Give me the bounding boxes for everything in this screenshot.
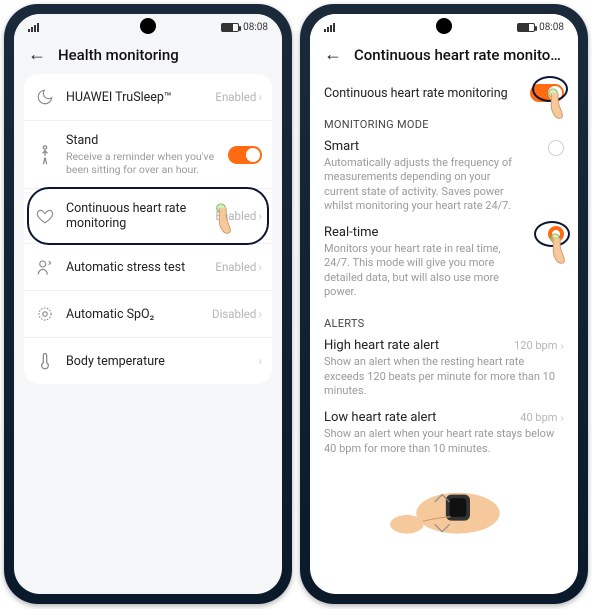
option-title: Smart	[324, 139, 524, 154]
stand-toggle[interactable]	[228, 146, 262, 164]
option-realtime[interactable]: Real-time Monitors your heart rate in re…	[324, 225, 564, 311]
header: ← Health monitoring	[14, 40, 282, 74]
back-button[interactable]: ←	[28, 46, 46, 64]
heart-icon	[34, 205, 56, 227]
alert-value: 120 bpm›	[514, 339, 564, 353]
alert-value: 40 bpm›	[520, 411, 564, 425]
row-status: Enabled›	[215, 260, 262, 274]
row-body-temp[interactable]: Body temperature ›	[24, 338, 272, 384]
alert-desc: Show an alert when the resting heart rat…	[324, 355, 564, 398]
chevron-right-icon: ›	[560, 339, 564, 353]
section-monitoring-mode: MONITORING MODE	[324, 118, 564, 131]
row-status: ›	[258, 354, 262, 368]
row-continuous-hr[interactable]: Continuous heart rate monitoring Enabled…	[24, 189, 272, 244]
chevron-right-icon: ›	[258, 354, 262, 368]
row-stand[interactable]: Stand Receive a reminder when you've bee…	[24, 121, 272, 189]
radio-smart[interactable]	[548, 140, 564, 156]
moon-icon	[34, 86, 56, 108]
chevron-right-icon: ›	[560, 411, 564, 425]
notch	[140, 18, 156, 34]
row-label: Automatic SpO₂	[66, 307, 202, 322]
chevron-right-icon: ›	[258, 307, 262, 321]
page-title: Continuous heart rate monitoring	[354, 46, 564, 64]
radio-realtime[interactable]	[548, 226, 564, 242]
row-label: Stand	[66, 133, 218, 148]
chevron-right-icon: ›	[258, 260, 262, 274]
master-toggle-row[interactable]: Continuous heart rate monitoring	[324, 78, 564, 112]
status-time: 08:08	[539, 22, 564, 33]
alert-title: High heart rate alert	[324, 338, 439, 353]
settings-card: HUAWEI TruSleep™ Enabled› Stand Receive …	[24, 74, 272, 384]
row-trusleep[interactable]: HUAWEI TruSleep™ Enabled›	[24, 74, 272, 121]
battery-icon	[221, 23, 239, 32]
option-title: Real-time	[324, 225, 524, 240]
screen-left: 08:08 ← Health monitoring HUAWEI TruSlee…	[14, 14, 282, 594]
row-status: Enabled›	[215, 90, 262, 104]
alert-low[interactable]: Low heart rate alert 40 bpm› Show an ale…	[324, 410, 564, 468]
status-time: 08:08	[243, 22, 268, 33]
wrist-illustration	[379, 476, 509, 536]
chevron-right-icon: ›	[258, 209, 262, 223]
screen-right: 08:08 ← Continuous heart rate monitoring…	[310, 14, 578, 594]
page-title: Health monitoring	[58, 46, 179, 64]
row-status: Disabled›	[212, 307, 262, 321]
stand-icon	[34, 144, 56, 166]
spo2-icon	[34, 303, 56, 325]
notch	[436, 18, 452, 34]
row-stress[interactable]: Automatic stress test Enabled›	[24, 244, 272, 291]
header: ← Continuous heart rate monitoring	[310, 40, 578, 74]
stress-icon	[34, 256, 56, 278]
row-label: Automatic stress test	[66, 260, 205, 275]
signal-icon	[28, 23, 39, 32]
row-label: HUAWEI TruSleep™	[66, 90, 205, 105]
chevron-right-icon: ›	[258, 90, 262, 104]
toggle-label: Continuous heart rate monitoring	[324, 86, 530, 101]
alert-high[interactable]: High heart rate alert 120 bpm› Show an a…	[324, 338, 564, 410]
row-status: Enabled›	[215, 209, 262, 223]
battery-icon	[517, 23, 535, 32]
phone-left: 08:08 ← Health monitoring HUAWEI TruSlee…	[4, 4, 292, 604]
option-smart[interactable]: Smart Automatically adjusts the frequenc…	[324, 139, 564, 225]
row-spo2[interactable]: Automatic SpO₂ Disabled›	[24, 291, 272, 338]
option-desc: Monitors your heart rate in real time, 2…	[324, 242, 524, 299]
master-toggle[interactable]	[530, 84, 564, 102]
row-desc: Receive a reminder when you've been sitt…	[66, 150, 218, 176]
alert-title: Low heart rate alert	[324, 410, 436, 425]
signal-icon	[324, 23, 335, 32]
thermometer-icon	[34, 350, 56, 372]
content: Continuous heart rate monitoring MONITOR…	[310, 74, 578, 592]
row-label: Body temperature	[66, 354, 248, 369]
row-label: Continuous heart rate monitoring	[66, 201, 205, 231]
section-alerts: ALERTS	[324, 317, 564, 330]
back-button[interactable]: ←	[324, 46, 342, 64]
phone-right: 08:08 ← Continuous heart rate monitoring…	[300, 4, 588, 604]
alert-desc: Show an alert when your heart rate stays…	[324, 427, 564, 456]
option-desc: Automatically adjusts the frequency of m…	[324, 156, 524, 213]
